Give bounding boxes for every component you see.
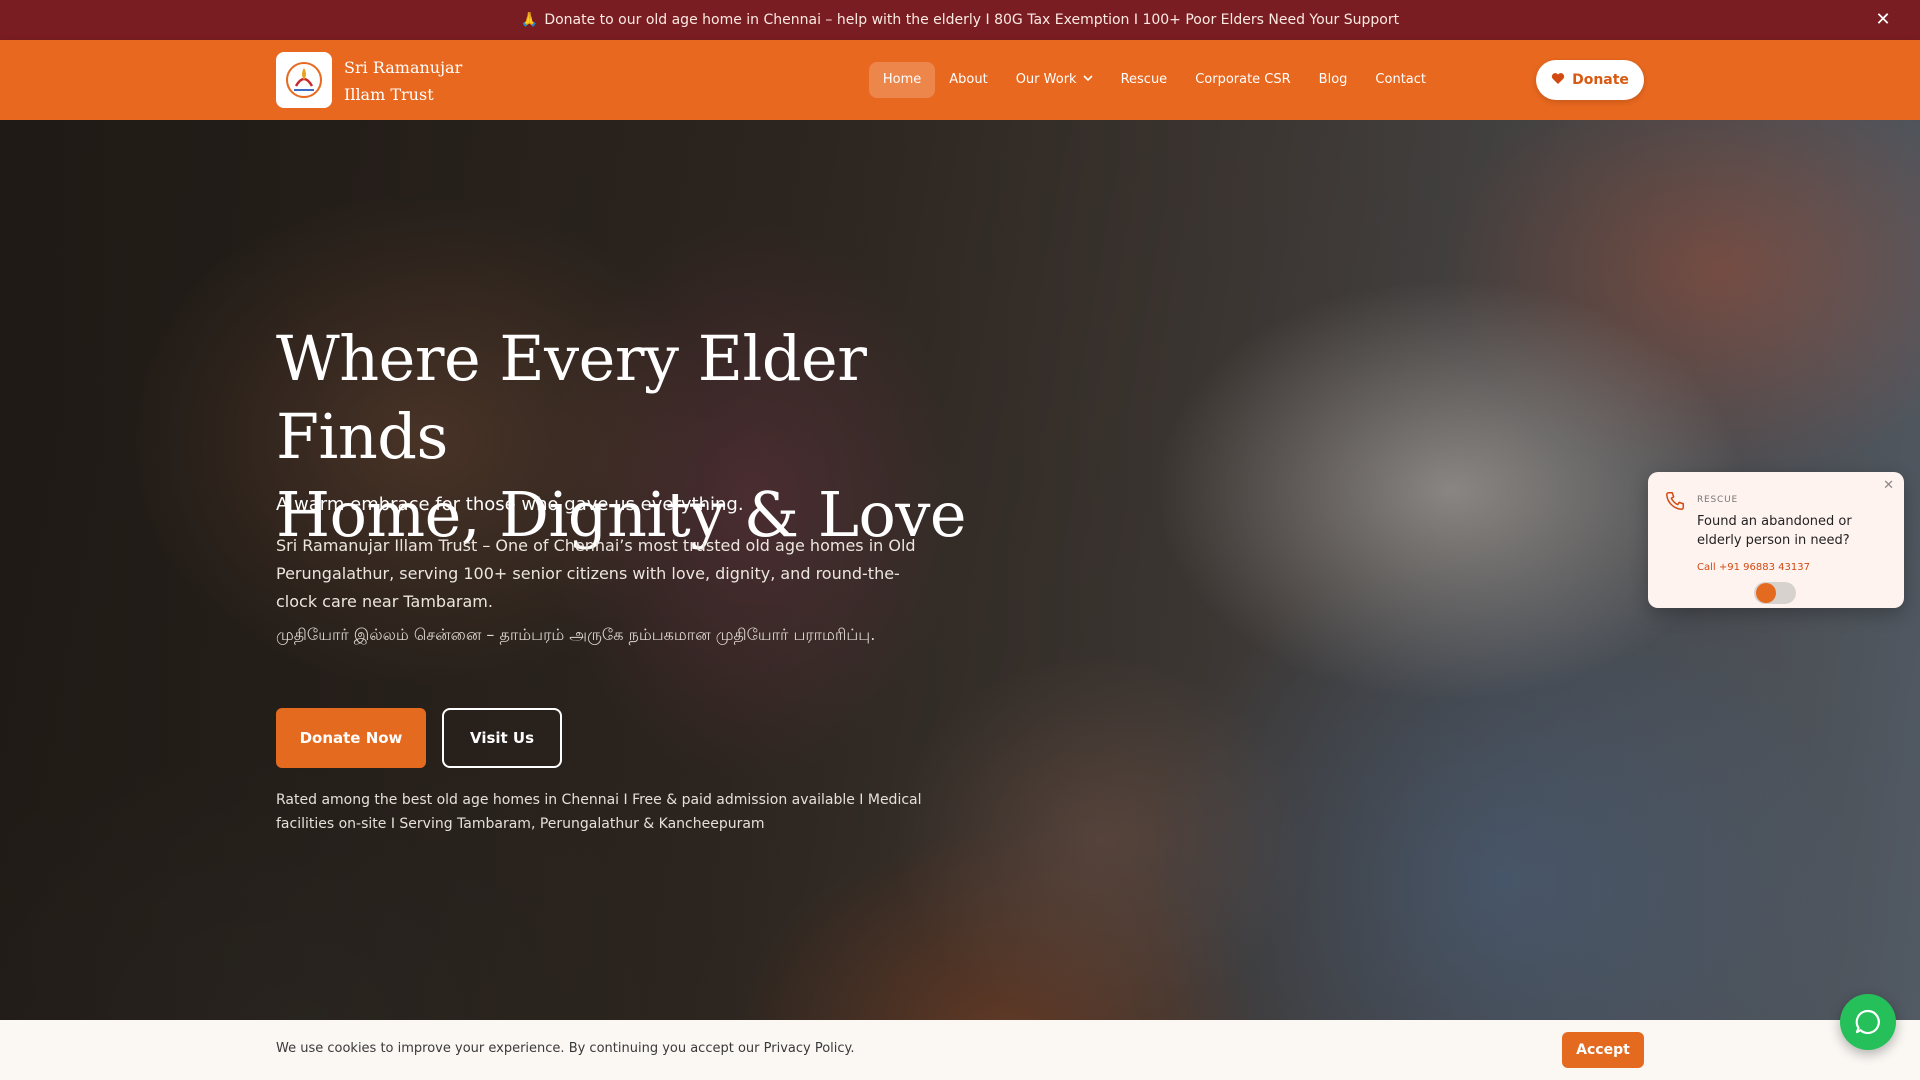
brand-line-1: Sri Ramanujar: [344, 58, 463, 77]
donate-now-button[interactable]: Donate Now: [276, 708, 426, 768]
hero-description: Sri Ramanujar Illam Trust – One of Chenn…: [276, 536, 916, 611]
chat-bubble-icon: [1855, 1009, 1880, 1035]
hero-title-line-1: Where Every Elder Finds: [276, 322, 867, 473]
nav-our-work-label: Our Work: [1015, 72, 1077, 87]
nav-about[interactable]: About: [935, 62, 1001, 98]
brand-line-2: Illam Trust: [344, 85, 434, 104]
rescue-tag: RESCUE: [1697, 495, 1739, 505]
trust-logo[interactable]: [276, 52, 332, 108]
hero-section: Where Every Elder Finds Home, Dignity & …: [0, 120, 1920, 1020]
nav-blog[interactable]: Blog: [1305, 62, 1362, 98]
toggle-knob: [1756, 583, 1776, 603]
nav-rescue[interactable]: Rescue: [1107, 62, 1182, 98]
chevron-down-icon: [1083, 62, 1093, 98]
close-rescue-popup-button[interactable]: ✕: [1883, 478, 1894, 493]
phone-icon: [1664, 490, 1686, 512]
whatsapp-chat-button[interactable]: [1840, 994, 1896, 1050]
hero-tamil-text: முதியோர் இல்லம் சென்னை – தாம்பரம் அருகே …: [276, 625, 876, 644]
header-donate-label: Donate: [1572, 72, 1629, 88]
header-donate-button[interactable]: Donate: [1536, 60, 1644, 100]
cookie-message: We use cookies to improve your experienc…: [276, 1041, 855, 1056]
nav-our-work[interactable]: Our Work: [1002, 62, 1107, 98]
heart-icon: [1551, 72, 1565, 89]
nav-home[interactable]: Home: [868, 62, 936, 98]
hero-note: Rated among the best old age homes in Ch…: [276, 792, 922, 832]
nav-corporate-csr[interactable]: Corporate CSR: [1181, 62, 1304, 98]
rescue-toggle[interactable]: [1754, 582, 1796, 604]
rescue-question: Found an abandoned or elderly person in …: [1697, 514, 1852, 548]
visit-us-button[interactable]: Visit Us: [442, 708, 562, 768]
rescue-popup: RESCUE ✕ Found an abandoned or elderly p…: [1648, 472, 1904, 608]
accept-cookies-button[interactable]: Accept: [1562, 1032, 1644, 1068]
announcement-bar: 🙏 Donate to our old age home in Chennai …: [0, 0, 1920, 40]
hero-title: Where Every Elder Finds Home, Dignity & …: [276, 320, 1036, 554]
nav-contact[interactable]: Contact: [1361, 62, 1440, 98]
brand-name[interactable]: Sri Ramanujar Illam Trust: [344, 54, 462, 108]
rescue-call-link[interactable]: Call +91 96883 43137: [1697, 562, 1810, 573]
praying-hands-icon: 🙏: [520, 12, 539, 28]
logo-emblem-icon: [286, 62, 322, 98]
hero-tagline: A warm embrace for those who gave us eve…: [276, 494, 744, 515]
main-nav: Home About Our Work Rescue Corporate CSR…: [868, 62, 1440, 98]
site-header: Sri Ramanujar Illam Trust Home About Our…: [0, 40, 1920, 120]
close-announcement-button[interactable]: ✕: [1872, 9, 1894, 31]
cookie-banner: We use cookies to improve your experienc…: [0, 1020, 1920, 1080]
announcement-text: Donate to our old age home in Chennai – …: [544, 12, 1400, 28]
